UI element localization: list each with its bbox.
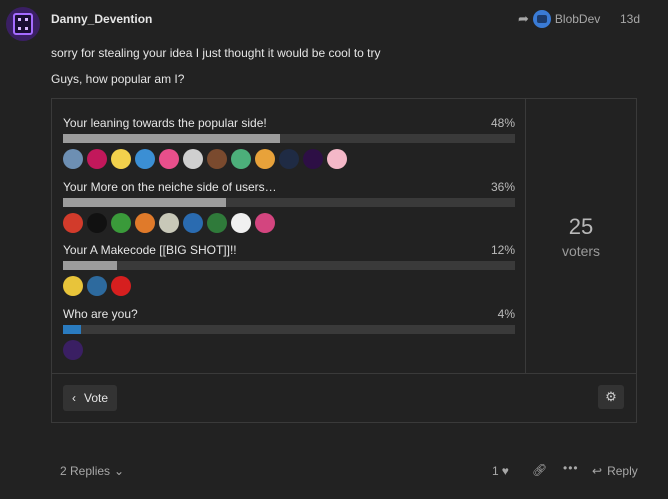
poll-option-bar <box>63 261 515 270</box>
voter-avatar[interactable] <box>63 276 83 296</box>
post-author-name[interactable]: Danny_Devention <box>51 12 152 26</box>
post-text-line: sorry for stealing your idea I just thou… <box>51 46 381 60</box>
poll-option-label: Your leaning towards the popular side! <box>63 116 267 130</box>
poll-option-label: Your A Makecode [[BIG SHOT]]!! <box>63 243 237 257</box>
replies-label: 2 Replies <box>60 464 111 478</box>
voter-avatar[interactable] <box>159 213 179 233</box>
gear-icon: ⚙ <box>605 389 617 404</box>
post-date[interactable]: 13d <box>620 12 640 26</box>
voter-avatar[interactable] <box>303 149 323 169</box>
voter-avatar[interactable] <box>159 149 179 169</box>
post-author-avatar[interactable] <box>6 7 40 41</box>
reply-arrow-icon: ➦ <box>518 11 529 26</box>
poll-info: 25 voters <box>526 99 636 373</box>
poll-option-bar-fill <box>63 134 280 143</box>
voter-avatar[interactable] <box>111 213 131 233</box>
poll-option-header: Your More on the neiche side of users… 36… <box>63 180 515 195</box>
poll-option-label: Your More on the neiche side of users… <box>63 180 277 194</box>
poll: Your leaning towards the popular side! 48… <box>51 98 637 423</box>
vote-button[interactable]: ‹ Vote <box>63 385 117 411</box>
poll-option-header: Who are you? 4% <box>63 307 515 322</box>
voter-avatar[interactable] <box>207 213 227 233</box>
voter-avatar[interactable] <box>111 149 131 169</box>
poll-footer: ‹ Vote ⚙ <box>52 373 636 423</box>
voter-avatar[interactable] <box>135 149 155 169</box>
poll-option-percent: 48% <box>490 116 515 130</box>
poll-option-percent: 36% <box>490 180 515 194</box>
replies-toggle[interactable]: 2 Replies ⌄ <box>60 464 124 478</box>
voter-avatar[interactable] <box>63 149 83 169</box>
chevron-down-icon: ⌄ <box>114 464 125 478</box>
voter-avatar[interactable] <box>279 149 299 169</box>
heart-icon: ♥ <box>501 464 509 478</box>
poll-options: Your leaning towards the popular side! 48… <box>52 99 526 373</box>
poll-option-voters <box>63 340 515 360</box>
voter-avatar[interactable] <box>63 213 83 233</box>
poll-option-percent: 4% <box>497 307 515 321</box>
poll-option-bar-fill <box>63 261 118 270</box>
poll-option-voters <box>63 149 515 169</box>
poll-option-label: Who are you? <box>63 307 138 321</box>
voter-avatar[interactable] <box>231 213 251 233</box>
reply-to-avatar <box>532 10 551 28</box>
reply-button[interactable]: ↩ Reply <box>592 464 638 478</box>
voter-avatar[interactable] <box>111 276 131 296</box>
voter-avatar[interactable] <box>231 149 251 169</box>
voter-avatar[interactable] <box>87 276 107 296</box>
voter-avatar[interactable] <box>183 213 203 233</box>
poll-option[interactable]: Your leaning towards the popular side! 48… <box>63 116 515 169</box>
voter-avatar[interactable] <box>327 149 347 169</box>
poll-option-header: Your A Makecode [[BIG SHOT]]!! 12% <box>63 243 515 258</box>
voter-avatar[interactable] <box>87 149 107 169</box>
voters-count: 25 <box>568 213 594 239</box>
poll-option[interactable]: Your A Makecode [[BIG SHOT]]!! 12% <box>63 243 515 296</box>
poll-option[interactable]: Your More on the neiche side of users… 36… <box>63 180 515 233</box>
voter-avatar[interactable] <box>255 149 275 169</box>
voter-avatar[interactable] <box>87 213 107 233</box>
vote-button-label: Vote <box>83 391 109 405</box>
voter-avatar[interactable] <box>183 149 203 169</box>
chevron-left-icon: ‹ <box>71 391 76 405</box>
more-icon[interactable]: ••• <box>563 461 579 475</box>
poll-option-voters <box>63 213 515 233</box>
reply-to-name: BlobDev <box>554 12 601 26</box>
post-actions: 2 Replies ⌄ 1 ♥ 🔗︎ ••• ↩ Reply <box>0 458 668 482</box>
voter-avatar[interactable] <box>207 149 227 169</box>
poll-option[interactable]: Who are you? 4% <box>63 307 515 360</box>
link-icon[interactable]: 🔗︎ <box>532 463 547 477</box>
poll-option-bar-fill <box>63 198 226 207</box>
reply-label: Reply <box>607 464 638 478</box>
reply-icon: ↩ <box>592 464 603 478</box>
poll-option-header: Your leaning towards the popular side! 48… <box>63 116 515 131</box>
poll-settings-button[interactable]: ⚙ <box>598 385 624 409</box>
poll-option-bar <box>63 198 515 207</box>
post-text-line: Guys, how popular am I? <box>51 72 185 86</box>
poll-option-voters <box>63 276 515 296</box>
voters-label: voters <box>561 242 601 259</box>
voter-avatar[interactable] <box>135 213 155 233</box>
voter-avatar[interactable] <box>255 213 275 233</box>
like-button[interactable]: 1 ♥ <box>492 464 509 478</box>
reply-to-link[interactable]: ➦ BlobDev <box>518 10 600 28</box>
poll-option-bar <box>63 134 515 143</box>
like-count: 1 <box>492 464 499 478</box>
voter-avatar[interactable] <box>63 340 83 360</box>
poll-option-percent: 12% <box>490 243 515 257</box>
poll-option-bar-fill <box>63 325 82 334</box>
poll-option-bar <box>63 325 515 334</box>
